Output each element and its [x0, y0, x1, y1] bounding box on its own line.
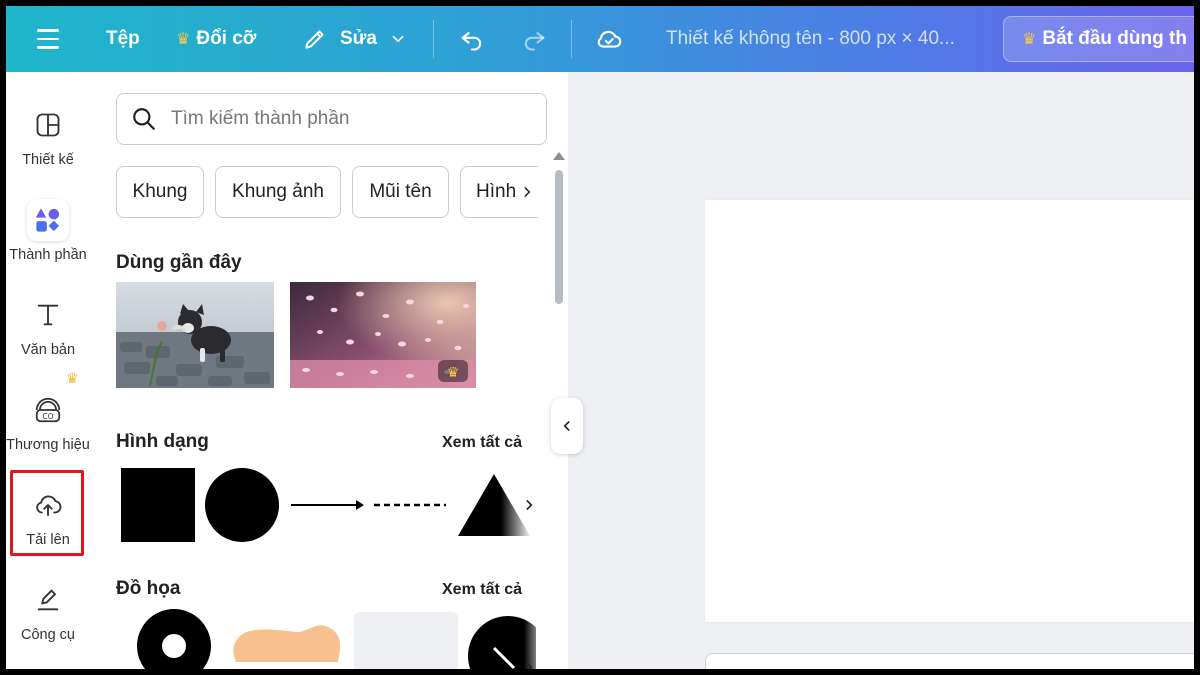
rail-item-elements[interactable]: Thành phần	[6, 193, 90, 273]
rail-item-label: Thành phần	[9, 247, 87, 263]
recent-kitten-photo[interactable]	[116, 282, 274, 388]
left-rail: Thiết kế Thành phần Văn bản CO Thương hi…	[6, 72, 114, 669]
rail-item-label: Thiết kế	[22, 152, 74, 168]
top-bar: Tệp ♛ Đổi cỡ Sửa Thiết kế không tên - 80…	[6, 6, 1194, 72]
highlight-box	[10, 470, 84, 556]
undo-icon	[461, 32, 482, 51]
svg-text:♛: ♛	[447, 365, 460, 381]
chevron-down-icon	[392, 35, 404, 43]
save-status-button[interactable]	[594, 6, 624, 72]
edit-label: Sửa	[340, 28, 377, 49]
search-icon	[133, 108, 155, 130]
brand-icon: CO	[27, 389, 69, 431]
trial-label: Bắt đầu dùng th	[1042, 28, 1187, 49]
chevron-right-icon	[524, 187, 531, 197]
chip-label: Khung	[132, 181, 188, 202]
chevron-left-icon	[563, 421, 570, 431]
chip-label: Khung ảnh	[232, 181, 324, 202]
search-input[interactable]	[171, 108, 531, 130]
chip-shapes[interactable]: Hình	[460, 166, 538, 218]
graphics-row	[137, 609, 536, 669]
chip-label: Mũi tên	[369, 181, 432, 202]
rail-item-label: Công cụ	[20, 627, 75, 643]
app-window: Tệp ♛ Đổi cỡ Sửa Thiết kế không tên - 80…	[6, 6, 1194, 669]
square-shape[interactable]	[121, 468, 195, 542]
undo-button[interactable]	[458, 6, 486, 72]
layout-icon	[27, 104, 69, 146]
blob-graphic[interactable]	[233, 625, 341, 662]
file-menu-button[interactable]: Tệp	[106, 6, 140, 72]
graphics-see-all-link[interactable]: Xem tất cả	[442, 581, 522, 599]
resize-label: Đổi cỡ	[196, 28, 257, 49]
arrow-shape[interactable]	[291, 500, 364, 510]
chip-label: Hình	[476, 181, 517, 202]
file-menu-label: Tệp	[106, 28, 140, 49]
rail-item-text[interactable]: Văn bản	[6, 288, 90, 368]
draw-tool-icon	[27, 579, 69, 621]
donut-graphic[interactable]	[137, 609, 211, 669]
shapes-icon	[27, 199, 69, 241]
shapes-see-all-link[interactable]: Xem tất cả	[442, 434, 522, 452]
kitten-image	[116, 282, 274, 388]
document-title[interactable]: Thiết kế không tên - 800 px × 40...	[666, 6, 955, 72]
scroll-up-arrow[interactable]	[553, 152, 565, 160]
placeholder-graphic[interactable]	[354, 612, 458, 669]
text-icon	[27, 294, 69, 336]
redo-button[interactable]	[520, 6, 548, 72]
rail-item-brand[interactable]: CO Thương hiệu	[6, 383, 90, 463]
menu-icon[interactable]	[36, 6, 60, 72]
panel-scrollbar[interactable]	[555, 170, 563, 304]
chip-frames[interactable]: Khung	[116, 166, 204, 218]
pencil-icon	[305, 30, 324, 49]
divider	[433, 20, 434, 58]
crown-icon: ♛	[1022, 31, 1037, 48]
elements-panel: Khung Khung ảnh Mũi tên Hình Dùng gần đâ…	[90, 72, 568, 669]
page-controls[interactable]	[705, 653, 1194, 669]
rail-item-design[interactable]: Thiết kế	[6, 98, 90, 178]
divider	[571, 20, 572, 58]
crown-icon: ♛	[66, 370, 79, 386]
graphics-section-title: Đồ họa	[116, 578, 181, 599]
shapes-section-title: Hình dạng	[116, 431, 209, 452]
triangle-shape[interactable]	[458, 474, 530, 536]
recent-section-title: Dùng gần đây	[116, 252, 242, 273]
recent-blossom-photo[interactable]: ♛	[290, 282, 476, 388]
svg-text:CO: CO	[42, 412, 53, 421]
search-box[interactable]	[116, 93, 547, 145]
chevron-right-icon[interactable]	[522, 496, 536, 514]
shapes-row	[121, 468, 530, 542]
collapse-panel-button[interactable]	[551, 398, 583, 454]
rail-item-tools[interactable]: Công cụ	[6, 573, 90, 653]
redo-icon	[524, 32, 545, 51]
crown-icon: ♛	[176, 31, 191, 48]
chevron-right-icon[interactable]	[522, 658, 536, 669]
chip-photo-frames[interactable]: Khung ảnh	[215, 166, 341, 218]
rail-item-label: Thương hiệu	[6, 437, 90, 453]
rail-item-label: Văn bản	[20, 342, 76, 358]
chip-arrows[interactable]: Mũi tên	[352, 166, 449, 218]
cloud-check-icon	[597, 30, 622, 48]
circle-shape[interactable]	[205, 468, 279, 542]
edit-menu-button[interactable]: Sửa	[302, 6, 407, 72]
cherry-blossom-image: ♛	[290, 282, 476, 388]
resize-button[interactable]: ♛ Đổi cỡ	[176, 6, 256, 72]
start-trial-button[interactable]: ♛ Bắt đầu dùng th	[1003, 16, 1194, 62]
design-canvas[interactable]	[705, 200, 1194, 622]
